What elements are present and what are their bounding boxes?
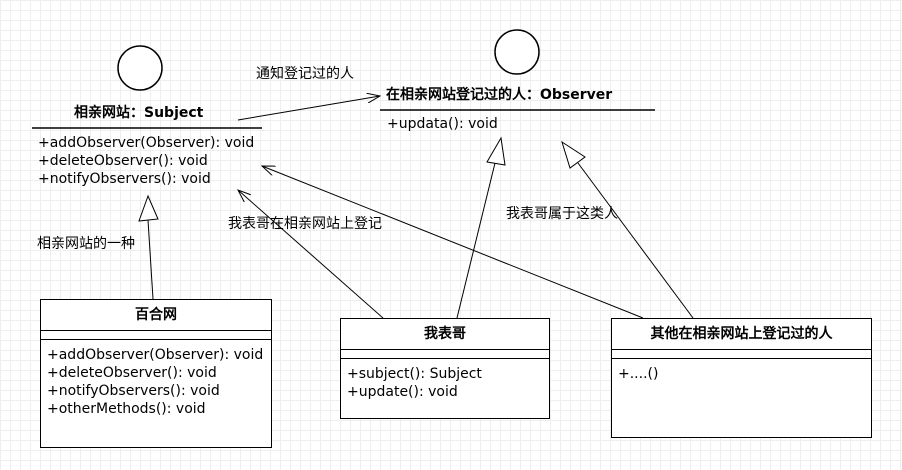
observer-interface-icon xyxy=(494,29,540,75)
baihe-method: +deleteObserver(): void xyxy=(47,365,217,381)
observer-title: 在相亲网站登记过的人：Observer xyxy=(386,87,613,103)
baihe-attributes-section xyxy=(41,331,271,340)
cousin-method: +subject(): Subject xyxy=(347,366,482,382)
subject-interface-icon xyxy=(117,45,163,91)
others-realization-line xyxy=(577,162,694,319)
others-realization-arrowhead xyxy=(561,140,586,169)
belongs-label: 我表哥属于这类人 xyxy=(506,206,618,222)
observer-method: +updata(): void xyxy=(387,116,498,132)
baihe-method: +notifyObservers(): void xyxy=(47,383,220,399)
baihe-realization-arrowhead xyxy=(138,194,159,222)
notify-association-line xyxy=(237,96,380,121)
subject-methods: +addObserver(Observer): void +deleteObse… xyxy=(38,134,254,188)
subject-method: +notifyObservers(): void xyxy=(38,171,211,187)
cousin-attributes-section xyxy=(341,350,549,359)
subject-title: 相亲网站：Subject xyxy=(74,105,204,121)
others-class-box[interactable]: 其他在相亲网站上登记过的人 +....() xyxy=(611,318,872,438)
cousin-realization-line xyxy=(456,162,496,319)
cousin-class-box[interactable]: 我表哥 +subject(): Subject +update(): void xyxy=(340,318,550,419)
others-method: +....() xyxy=(618,366,659,382)
cousin-realization-arrowhead xyxy=(486,136,506,166)
baihe-realization-line xyxy=(147,219,154,300)
registered-label: 我表哥在相亲网站上登记 xyxy=(228,216,382,232)
subject-method: +addObserver(Observer): void xyxy=(38,135,255,151)
others-methods: +....() xyxy=(612,359,871,383)
baihe-method: +otherMethods(): void xyxy=(47,401,206,417)
baihe-class-title: 百合网 xyxy=(41,300,271,331)
cousin-methods: +subject(): Subject +update(): void xyxy=(341,359,549,401)
cousin-class-title: 我表哥 xyxy=(341,319,549,350)
baihe-class-box[interactable]: 百合网 +addObserver(Observer): void +delete… xyxy=(40,299,272,448)
notify-label: 通知登记过的人 xyxy=(256,66,354,82)
cousin-method: +update(): void xyxy=(347,384,458,400)
others-attributes-section xyxy=(612,350,871,359)
kind-of-label: 相亲网站的一种 xyxy=(37,236,135,252)
baihe-methods: +addObserver(Observer): void +deleteObse… xyxy=(41,340,271,418)
baihe-method: +addObserver(Observer): void xyxy=(47,347,264,363)
subject-method: +deleteObserver(): void xyxy=(38,153,208,169)
others-subject-line xyxy=(262,166,644,319)
others-class-title: 其他在相亲网站上登记过的人 xyxy=(612,319,871,350)
